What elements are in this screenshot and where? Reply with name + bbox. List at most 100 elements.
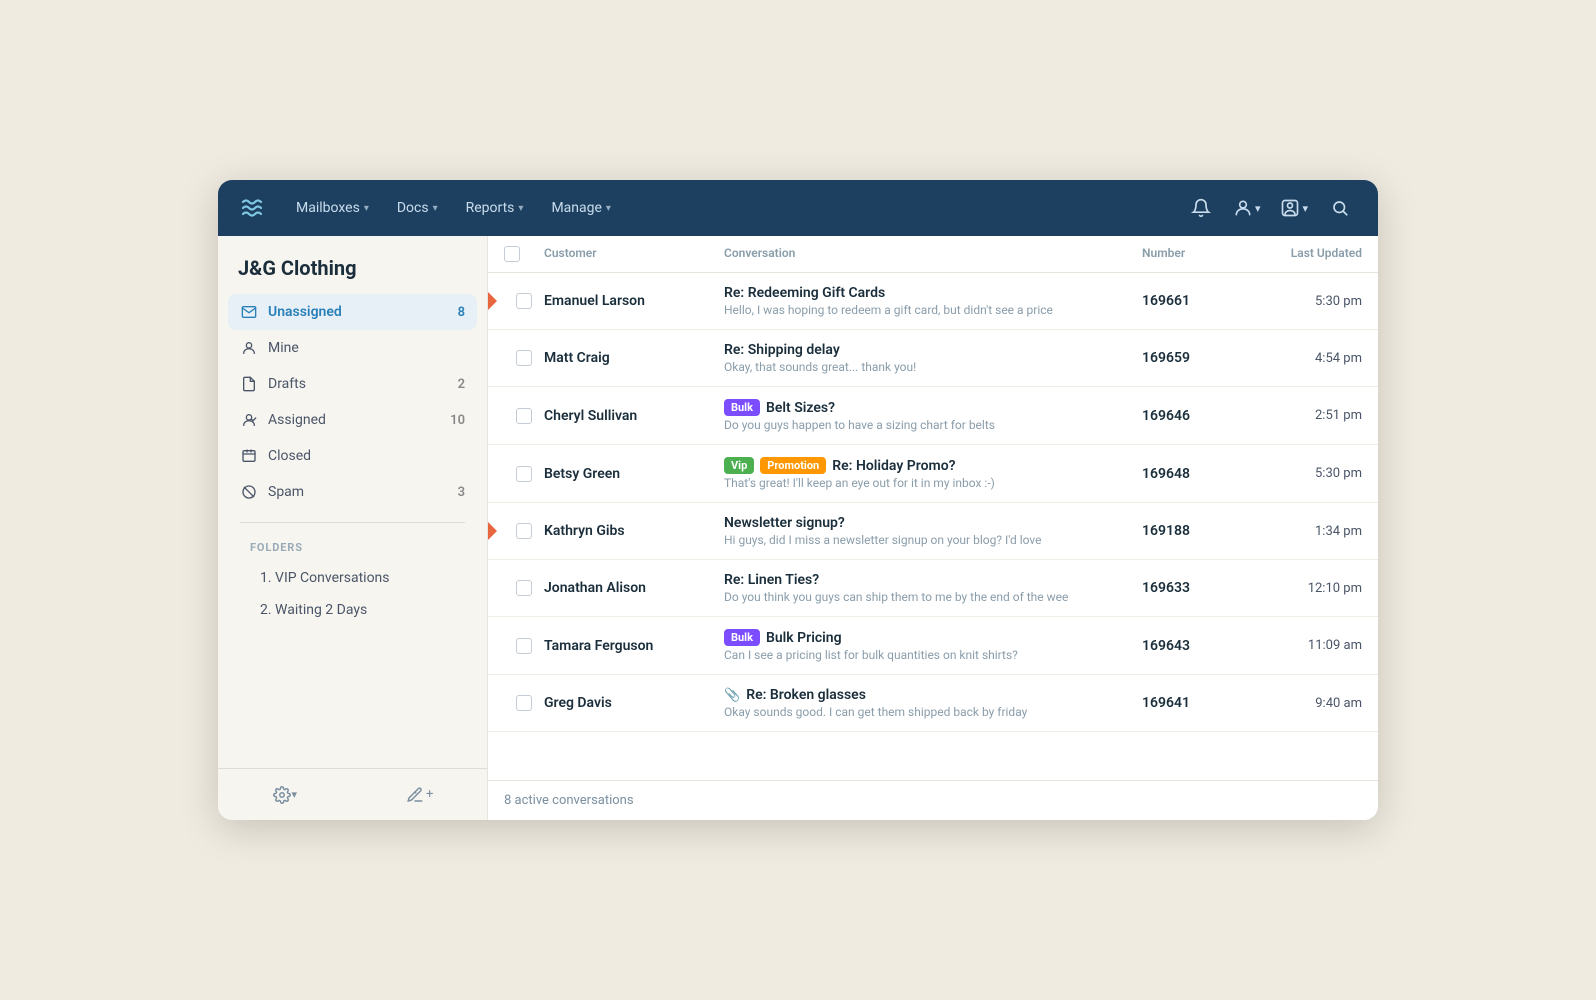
sidebar-item-assigned[interactable]: Assigned 10 (228, 402, 477, 438)
table-row[interactable]: Cheryl Sullivan Bulk Belt Sizes? Do you … (488, 387, 1378, 445)
conv-number: 169661 (1142, 293, 1242, 309)
table-row[interactable]: Emanuel Larson Re: Redeeming Gift Cards … (488, 273, 1378, 330)
table-row[interactable]: Kathryn Gibs Newsletter signup? Hi guys,… (488, 503, 1378, 560)
conv-preview: Okay, that sounds great... thank you! (724, 360, 1126, 374)
table-row[interactable]: Tamara Ferguson Bulk Bulk Pricing Can I … (488, 617, 1378, 675)
folder-vip-conversations[interactable]: 1. VIP Conversations (238, 562, 467, 594)
table-row[interactable]: Matt Craig Re: Shipping delay Okay, that… (488, 330, 1378, 387)
conversation-info: Newsletter signup? Hi guys, did I miss a… (724, 515, 1142, 547)
col-conversation: Conversation (724, 246, 1142, 262)
promotion-tag: Promotion (760, 457, 826, 474)
sidebar-item-closed[interactable]: Closed (228, 438, 477, 474)
closed-icon (240, 447, 258, 465)
sidebar-item-unassigned[interactable]: Unassigned 8 (228, 294, 477, 330)
conv-time: 9:40 am (1242, 696, 1362, 711)
conv-time: 2:51 pm (1242, 408, 1362, 423)
sidebar-nav: Unassigned 8 Mine (218, 294, 487, 768)
sidebar: J&G Clothing Unassigned 8 (218, 236, 488, 820)
notifications-button[interactable] (1183, 190, 1219, 226)
app-container: Mailboxes ▾ Docs ▾ Reports ▾ Manage ▾ (218, 180, 1378, 820)
nav-items: Mailboxes ▾ Docs ▾ Reports ▾ Manage ▾ (284, 194, 1183, 222)
user-profile[interactable]: ▾ (1274, 194, 1314, 222)
plus-icon: + (424, 787, 433, 802)
row-checkbox[interactable] (504, 293, 544, 309)
conversation-info: Re: Shipping delay Okay, that sounds gre… (724, 342, 1142, 374)
nav-mailboxes[interactable]: Mailboxes ▾ (284, 194, 381, 222)
conv-time: 5:30 pm (1242, 294, 1362, 309)
conv-number: 169188 (1142, 523, 1242, 539)
conv-preview: Do you think you guys can ship them to m… (724, 590, 1126, 604)
row-checkbox[interactable] (504, 350, 544, 366)
conversation-info: Re: Linen Ties? Do you think you guys ca… (724, 572, 1142, 604)
sidebar-item-label: Unassigned (268, 304, 448, 320)
table-header: Customer Conversation Number Last Update… (488, 236, 1378, 273)
conv-subject: Re: Redeeming Gift Cards (724, 285, 1126, 301)
conv-preview: Hello, I was hoping to redeem a gift car… (724, 303, 1126, 317)
conv-number: 169659 (1142, 350, 1242, 366)
search-button[interactable] (1322, 190, 1358, 226)
conv-time: 4:54 pm (1242, 351, 1362, 366)
row-checkbox[interactable] (504, 408, 544, 424)
customer-name: Matt Craig (544, 350, 724, 366)
agent-selector[interactable]: ▾ (1227, 194, 1267, 222)
nav-manage[interactable]: Manage ▾ (539, 194, 623, 222)
conversation-info: Vip Promotion Re: Holiday Promo? That's … (724, 457, 1142, 490)
chevron-down-icon: ▾ (364, 203, 369, 214)
table-row[interactable]: Jonathan Alison Re: Linen Ties? Do you t… (488, 560, 1378, 617)
folder-waiting-days[interactable]: 2. Waiting 2 Days (238, 594, 467, 626)
customer-name: Greg Davis (544, 695, 724, 711)
conv-number: 169643 (1142, 638, 1242, 654)
conv-preview: Can I see a pricing list for bulk quanti… (724, 648, 1126, 662)
conv-number: 169641 (1142, 695, 1242, 711)
bulk-tag: Bulk (724, 399, 760, 416)
chevron-down-icon: ▾ (606, 203, 611, 214)
header-actions: ▾ ▾ (1183, 190, 1358, 226)
table-row[interactable]: Greg Davis 📎 Re: Broken glasses Okay sou… (488, 675, 1378, 732)
conv-number: 169646 (1142, 408, 1242, 424)
attachment-icon: 📎 (724, 688, 740, 703)
conv-subject: 📎 Re: Broken glasses (724, 687, 1126, 703)
settings-button[interactable]: ▾ (218, 769, 353, 820)
header: Mailboxes ▾ Docs ▾ Reports ▾ Manage ▾ (218, 180, 1378, 236)
compose-button[interactable]: + (353, 769, 488, 820)
row-checkbox[interactable] (504, 638, 544, 654)
assigned-icon (240, 411, 258, 429)
select-all-checkbox[interactable] (504, 246, 520, 262)
sidebar-item-spam[interactable]: Spam 3 (228, 474, 477, 510)
table-footer: 8 active conversations (488, 780, 1378, 820)
col-customer: Customer (544, 246, 724, 262)
nav-reports[interactable]: Reports ▾ (454, 194, 536, 222)
assigned-count: 10 (450, 413, 465, 428)
row-checkbox[interactable] (504, 523, 544, 539)
sidebar-footer: ▾ + (218, 768, 487, 820)
customer-name: Tamara Ferguson (544, 638, 724, 654)
conv-time: 11:09 am (1242, 638, 1362, 653)
row-checkbox[interactable] (504, 695, 544, 711)
sidebar-item-drafts[interactable]: Drafts 2 (228, 366, 477, 402)
chevron-down-icon: ▾ (291, 788, 297, 801)
col-number: Number (1142, 246, 1242, 262)
conv-number: 169633 (1142, 580, 1242, 596)
conv-time: 1:34 pm (1242, 524, 1362, 539)
conv-time: 12:10 pm (1242, 581, 1362, 596)
nav-docs[interactable]: Docs ▾ (385, 194, 450, 222)
customer-name: Kathryn Gibs (544, 523, 724, 539)
row-checkbox[interactable] (504, 580, 544, 596)
spam-count: 3 (458, 485, 465, 500)
main-content: Customer Conversation Number Last Update… (488, 236, 1378, 820)
col-last-updated: Last Updated (1242, 246, 1362, 262)
conversation-info: Bulk Belt Sizes? Do you guys happen to h… (724, 399, 1142, 432)
chevron-down-icon: ▾ (433, 203, 438, 214)
sidebar-item-mine[interactable]: Mine (228, 330, 477, 366)
conv-preview: That's great! I'll keep an eye out for i… (724, 476, 1126, 490)
unassigned-count: 8 (458, 305, 465, 320)
chevron-down-icon: ▾ (518, 203, 523, 214)
conversations-list: Emanuel Larson Re: Redeeming Gift Cards … (488, 273, 1378, 780)
spam-icon (240, 483, 258, 501)
drafts-count: 2 (458, 377, 465, 392)
body: J&G Clothing Unassigned 8 (218, 236, 1378, 820)
sidebar-item-label: Spam (268, 484, 448, 500)
conversation-info: Bulk Bulk Pricing Can I see a pricing li… (724, 629, 1142, 662)
table-row[interactable]: Betsy Green Vip Promotion Re: Holiday Pr… (488, 445, 1378, 503)
row-checkbox[interactable] (504, 466, 544, 482)
